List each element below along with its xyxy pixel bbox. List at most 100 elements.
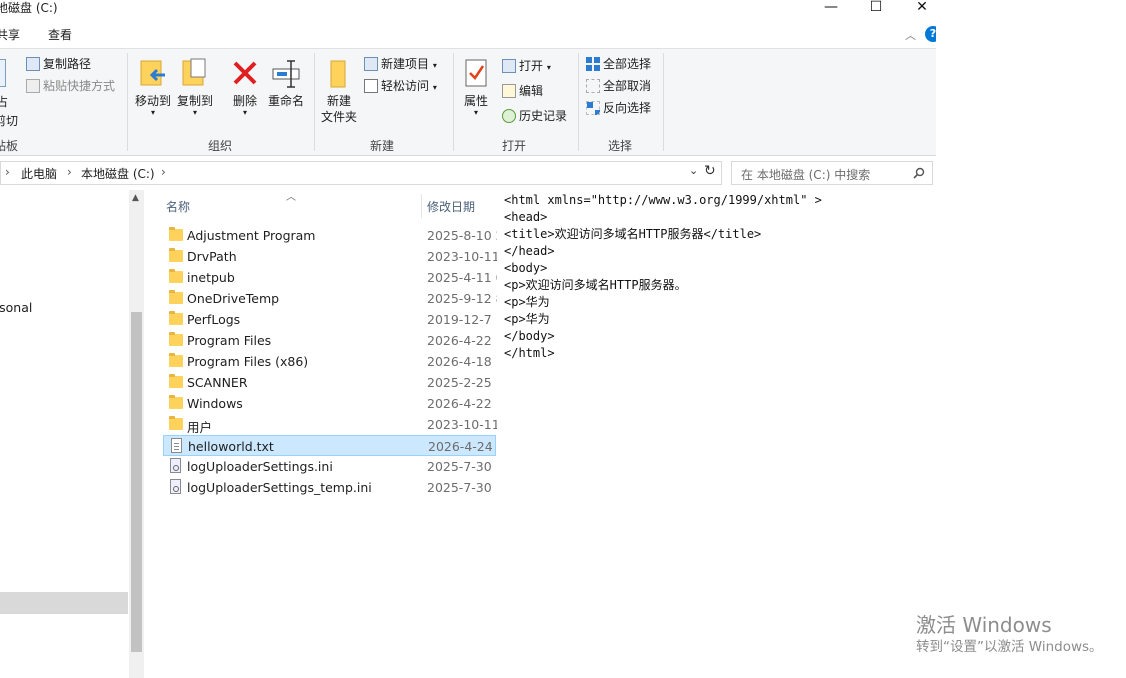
file-date: 2023-10-11 (427, 417, 500, 432)
rename-button[interactable]: 重命名 (266, 57, 306, 109)
refresh-icon[interactable]: ↻ (704, 163, 716, 179)
breadcrumb-chevron-icon: › (5, 165, 10, 179)
edit-button[interactable]: 编辑 (502, 83, 543, 99)
move-to-label: 移动到 (134, 94, 171, 108)
file-row[interactable]: SCANNER 2025-2-25 1 (163, 372, 504, 393)
activation-title: 激活 Windows (916, 613, 1052, 637)
open-button[interactable]: 打开 ▾ (502, 58, 551, 76)
easy-access-icon (364, 79, 378, 93)
file-row[interactable]: Program Files 2026-4-22 1 (163, 330, 504, 351)
tab-view[interactable]: 查看 (48, 26, 72, 43)
address-dropdown-icon[interactable]: ⌄ (689, 164, 698, 177)
new-item-button[interactable]: 新建项目 ▾ (364, 56, 437, 74)
file-name: inetpub (187, 270, 235, 285)
file-row[interactable]: logUploaderSettings.ini 2025-7-30 1 (163, 456, 504, 477)
preview-line: <p>华为 (504, 312, 550, 326)
tab-share[interactable]: 共享 (0, 26, 20, 43)
settings-file-icon (170, 479, 181, 494)
file-row[interactable]: inetpub 2025-4-11 0 (163, 267, 504, 288)
file-row[interactable]: OneDriveTemp 2025-9-12 8 (163, 288, 504, 309)
edit-label: 编辑 (519, 84, 544, 98)
file-date: 2026-4-24 2 (428, 439, 505, 454)
history-button[interactable]: 历史记录 (502, 108, 567, 124)
new-item-label: 新建项目 (381, 57, 430, 71)
copy-to-button[interactable]: 复制到 ▾ (175, 57, 215, 117)
paste-button-label[interactable]: 占 (0, 93, 8, 110)
file-row[interactable]: helloworld.txt 2026-4-24 2 (163, 435, 505, 456)
chevron-down-icon: ▾ (150, 108, 155, 117)
move-to-button[interactable]: 移动到 ▾ (133, 57, 173, 117)
select-none-button[interactable]: 全部取消 (586, 78, 651, 94)
ribbon: 占 剪切 复制路径 粘贴快捷方式 贴板 移动到 ▾ 复制到 ▾ 删除 ▾ 重命名… (0, 48, 936, 156)
maximize-button[interactable]: ☐ (853, 0, 899, 16)
file-row[interactable]: Adjustment Program 2025-8-10 2 (163, 225, 504, 246)
chevron-down-icon: ▾ (546, 63, 551, 72)
chevron-down-icon: ▾ (192, 108, 197, 117)
file-row[interactable]: PerfLogs 2019-12-7 1 (163, 309, 504, 330)
preview-line: </html> (504, 346, 555, 360)
easy-access-button[interactable]: 轻松访问 ▾ (364, 78, 437, 96)
paste-shortcut-icon (26, 79, 40, 93)
properties-icon (465, 59, 487, 87)
scroll-up-icon[interactable]: ▲ (132, 193, 139, 203)
paste-icon[interactable] (0, 59, 6, 87)
file-row[interactable]: 用户 2023-10-11 (163, 414, 500, 435)
file-name: PerfLogs (187, 312, 241, 327)
select-all-button[interactable]: 全部选择 (586, 56, 651, 72)
paste-shortcut-button[interactable]: 粘贴快捷方式 (26, 78, 115, 94)
file-row[interactable]: Program Files (x86) 2026-4-18 1 (163, 351, 504, 372)
file-row[interactable]: DrvPath 2023-10-11 (163, 246, 500, 267)
preview-line: </body> (504, 329, 555, 343)
close-button[interactable]: ✕ (899, 0, 936, 16)
new-group-label: 新建 (370, 139, 395, 153)
file-name: 用户 (187, 420, 213, 435)
file-date: 2025-4-11 0 (427, 270, 504, 285)
ribbon-separator (314, 53, 315, 151)
breadcrumb-this-pc[interactable]: 此电脑 (21, 165, 57, 182)
copy-to-label: 复制到 (176, 94, 213, 108)
invert-selection-button[interactable]: 反向选择 (586, 100, 651, 116)
select-none-icon (586, 79, 600, 93)
minimize-button[interactable]: — (808, 0, 854, 16)
breadcrumb-chevron-icon[interactable]: › (161, 165, 166, 179)
breadcrumb-chevron-icon: › (67, 165, 72, 179)
breadcrumb-local-disk[interactable]: 本地磁盘 (C:) (81, 165, 155, 182)
select-all-label: 全部选择 (603, 57, 652, 71)
column-header-name[interactable]: 名称 (166, 198, 190, 215)
select-all-icon (586, 57, 600, 71)
ribbon-separator (663, 53, 664, 151)
activation-subtitle: 转到“设置”以激活 Windows。 (916, 639, 1103, 655)
new-folder-button[interactable]: 新建 文件夹 (318, 57, 360, 125)
delete-button[interactable]: 删除 ▾ (226, 57, 264, 117)
nav-scroll-thumb[interactable] (131, 312, 142, 652)
open-label: 打开 (519, 59, 544, 73)
file-date: 2025-7-30 1 (427, 459, 504, 474)
history-label: 历史记录 (519, 109, 568, 123)
nav-item-selected[interactable] (0, 592, 128, 614)
file-name: Windows (187, 396, 243, 411)
settings-file-icon (170, 458, 181, 473)
preview-line: <title>欢迎访问多域名HTTP服务器</title> (504, 227, 762, 241)
search-icon (913, 167, 925, 179)
column-header-date[interactable]: 修改日期 (427, 198, 475, 215)
copy-to-icon (182, 58, 206, 86)
clipboard-group-label: 贴板 (0, 139, 19, 153)
collapse-ribbon-icon[interactable]: ︿ (905, 27, 916, 43)
delete-label: 删除 (232, 94, 257, 108)
column-divider[interactable] (421, 194, 422, 218)
properties-button[interactable]: 属性 ▾ (458, 57, 494, 117)
address-bar[interactable]: › 此电脑 › 本地磁盘 (C:) › ⌄ (0, 161, 722, 185)
file-name: helloworld.txt (188, 439, 274, 454)
organize-group-label: 组织 (208, 139, 233, 153)
nav-scrollbar[interactable]: ▲ (129, 190, 144, 678)
help-icon[interactable]: ? (925, 26, 936, 42)
rename-icon (272, 60, 300, 88)
search-input[interactable]: 在 本地磁盘 (C:) 中搜索 (731, 161, 933, 185)
copy-path-button[interactable]: 复制路径 (26, 56, 91, 72)
file-row[interactable]: logUploaderSettings_temp.ini 2025-7-30 1 (163, 477, 504, 498)
file-date: 2019-12-7 1 (427, 312, 504, 327)
cut-button[interactable]: 剪切 (0, 112, 18, 129)
file-date: 2026-4-22 1 (427, 333, 504, 348)
nav-item-personal[interactable]: rsonal (0, 300, 32, 315)
file-row[interactable]: Windows 2026-4-22 1 (163, 393, 504, 414)
